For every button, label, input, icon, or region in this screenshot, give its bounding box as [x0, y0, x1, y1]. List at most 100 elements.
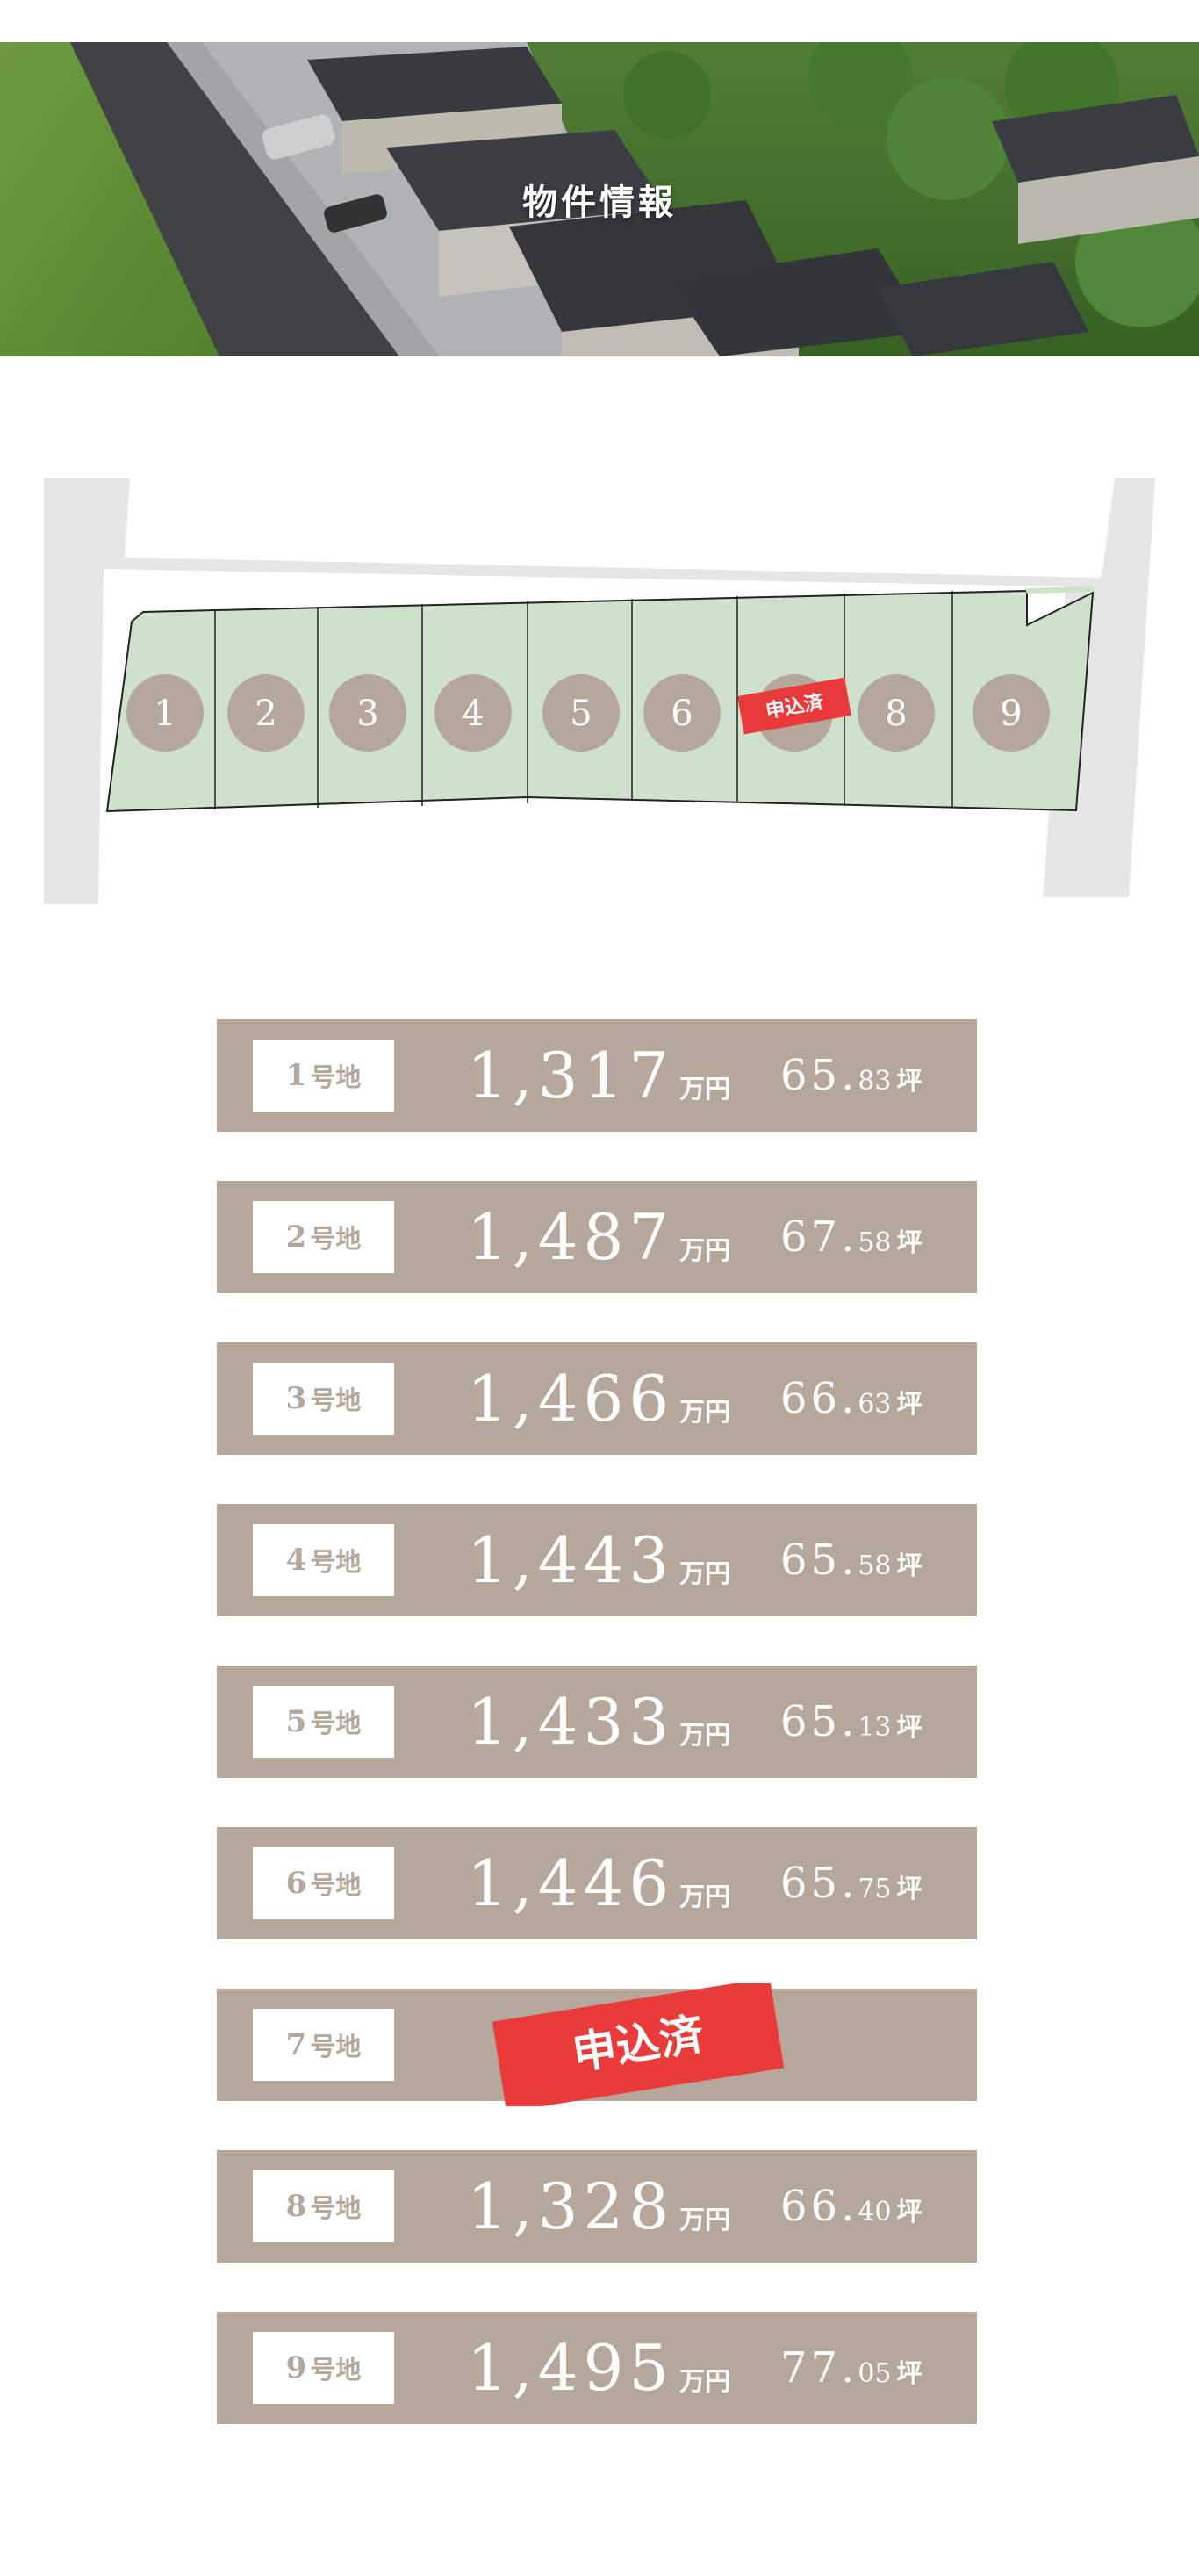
- area-integer: 65.: [780, 1859, 858, 1908]
- price-value: 1,317: [467, 1039, 675, 1112]
- plan-lot-number: 8: [885, 694, 907, 734]
- site-plan: 1234567申込済89: [0, 465, 1199, 925]
- area-decimal: 13: [858, 1712, 892, 1743]
- area-decimal: 05: [858, 2358, 892, 2389]
- lot-label: 5 号地: [253, 1686, 394, 1758]
- lot-price: 1,443 万円: [467, 1525, 730, 1595]
- hero-banner: 物件情報: [0, 42, 1199, 356]
- area-integer: 67.: [780, 1212, 858, 1262]
- lot-number: 8: [285, 2189, 307, 2224]
- lot-number: 2: [285, 1220, 307, 1255]
- area-unit: 坪: [896, 1066, 923, 1096]
- plan-lot-3[interactable]: 3: [329, 674, 406, 752]
- page-title: 物件情報: [522, 182, 677, 223]
- area-unit: 坪: [896, 1712, 923, 1742]
- lot-area: 65. 58 坪: [780, 1525, 923, 1595]
- lot-row-1[interactable]: 1 号地 1,317 万円 65. 83 坪: [217, 1019, 977, 1132]
- plan-lot-4[interactable]: 4: [434, 674, 512, 752]
- price-unit: 万円: [679, 1882, 731, 1911]
- lot-row-4[interactable]: 4 号地 1,443 万円 65. 58 坪: [217, 1504, 977, 1616]
- area-decimal: 63: [858, 1389, 892, 1420]
- lot-area: 67. 58 坪: [780, 1202, 923, 1272]
- lot-label: 6 号地: [253, 1847, 394, 1919]
- lot-suffix: 号地: [310, 2355, 362, 2385]
- price-unit: 万円: [679, 1720, 731, 1750]
- area-decimal: 40: [858, 2197, 892, 2227]
- lot-suffix: 号地: [310, 2193, 362, 2223]
- plan-lot-number: 3: [356, 694, 378, 734]
- price-value: 1,446: [467, 1846, 675, 1920]
- lot-row-2[interactable]: 2 号地 1,487 万円 67. 58 坪: [217, 1181, 977, 1293]
- lot-area: 77. 05 坪: [780, 2333, 923, 2403]
- lot-label: 8 号地: [253, 2170, 394, 2242]
- lot-suffix: 号地: [310, 1547, 362, 1577]
- lot-price: 1,466 万円: [467, 1364, 730, 1434]
- plan-lot-number: 4: [462, 694, 484, 734]
- lot-number: 7: [285, 2027, 307, 2062]
- lot-number: 1: [285, 1058, 307, 1093]
- area-decimal: 75: [858, 1874, 892, 1904]
- lot-price: 1,317 万円: [467, 1040, 730, 1111]
- area-unit: 坪: [896, 1227, 923, 1257]
- price-value: 1,328: [467, 2169, 675, 2243]
- plan-lot-number: 1: [154, 694, 176, 734]
- price-unit: 万円: [679, 1558, 731, 1588]
- plan-lot-number: 2: [255, 694, 276, 734]
- price-value: 1,466: [467, 1362, 675, 1436]
- lot-row-3[interactable]: 3 号地 1,466 万円 66. 63 坪: [217, 1342, 977, 1455]
- lot-number: 3: [285, 1381, 307, 1416]
- lot-row-8[interactable]: 8 号地 1,328 万円 66. 40 坪: [217, 2150, 977, 2263]
- plan-lot-1[interactable]: 1: [126, 674, 204, 752]
- lot-row-5[interactable]: 5 号地 1,433 万円 65. 13 坪: [217, 1666, 977, 1778]
- lot-label: 7 号地: [253, 2009, 394, 2081]
- lot-row-9[interactable]: 9 号地 1,495 万円 77. 05 坪: [217, 2312, 977, 2424]
- area-unit: 坪: [896, 1874, 923, 1903]
- area-unit: 坪: [896, 2358, 923, 2388]
- plan-lot-8[interactable]: 8: [858, 674, 935, 752]
- lot-number: 4: [285, 1543, 307, 1578]
- lot-suffix: 号地: [310, 1062, 362, 1092]
- area-unit: 坪: [896, 1551, 923, 1580]
- lot-label: 9 号地: [253, 2332, 394, 2404]
- area-decimal: 83: [858, 1066, 892, 1097]
- plan-lot-2[interactable]: 2: [227, 674, 305, 752]
- price-unit: 万円: [679, 1074, 731, 1104]
- lot-label: 2 号地: [253, 1201, 394, 1273]
- price-unit: 万円: [679, 2366, 731, 2396]
- lot-area: 66. 40 坪: [780, 2171, 923, 2241]
- area-integer: 65.: [780, 1697, 858, 1746]
- lot-area: 65. 75 坪: [780, 1848, 923, 1918]
- area-decimal: 58: [858, 1551, 892, 1581]
- lot-number: 6: [285, 1866, 307, 1901]
- lot-label: 1 号地: [253, 1040, 394, 1112]
- lot-label: 3 号地: [253, 1363, 394, 1435]
- lot-row-7[interactable]: 7 号地 申込済: [217, 1983, 977, 2106]
- price-unit: 万円: [679, 1235, 731, 1265]
- lot-number: 5: [285, 1704, 307, 1739]
- lot-number: 9: [285, 2350, 307, 2385]
- price-unit: 万円: [679, 2205, 731, 2234]
- price-value: 1,495: [467, 2331, 675, 2405]
- sold-badge: 申込済: [492, 1983, 785, 2106]
- area-unit: 坪: [896, 2197, 923, 2227]
- lot-area: 66. 63 坪: [780, 1364, 923, 1434]
- lot-row-6[interactable]: 6 号地 1,446 万円 65. 75 坪: [217, 1827, 977, 1939]
- area-decimal: 58: [858, 1227, 892, 1258]
- lot-area: 65. 83 坪: [780, 1040, 923, 1111]
- plan-lot-9[interactable]: 9: [973, 674, 1050, 752]
- area-integer: 65.: [780, 1051, 858, 1100]
- area-unit: 坪: [896, 1389, 923, 1419]
- lot-suffix: 号地: [310, 1224, 362, 1254]
- plan-lot-number: 9: [1000, 694, 1022, 734]
- site-plan-map: 1234567申込済89: [44, 478, 1155, 904]
- plan-lot-6[interactable]: 6: [643, 674, 721, 752]
- lot-area: 65. 13 坪: [780, 1687, 923, 1757]
- lot-price: 1,495 万円: [467, 2333, 730, 2403]
- plan-lot-number: 6: [671, 694, 693, 734]
- price-value: 1,433: [467, 1685, 675, 1759]
- area-integer: 65.: [780, 1536, 858, 1585]
- lot-suffix: 号地: [310, 1385, 362, 1415]
- plan-lot-5[interactable]: 5: [542, 674, 620, 752]
- plan-lot-number: 5: [570, 694, 592, 734]
- lot-price: 1,487 万円: [467, 1202, 730, 1272]
